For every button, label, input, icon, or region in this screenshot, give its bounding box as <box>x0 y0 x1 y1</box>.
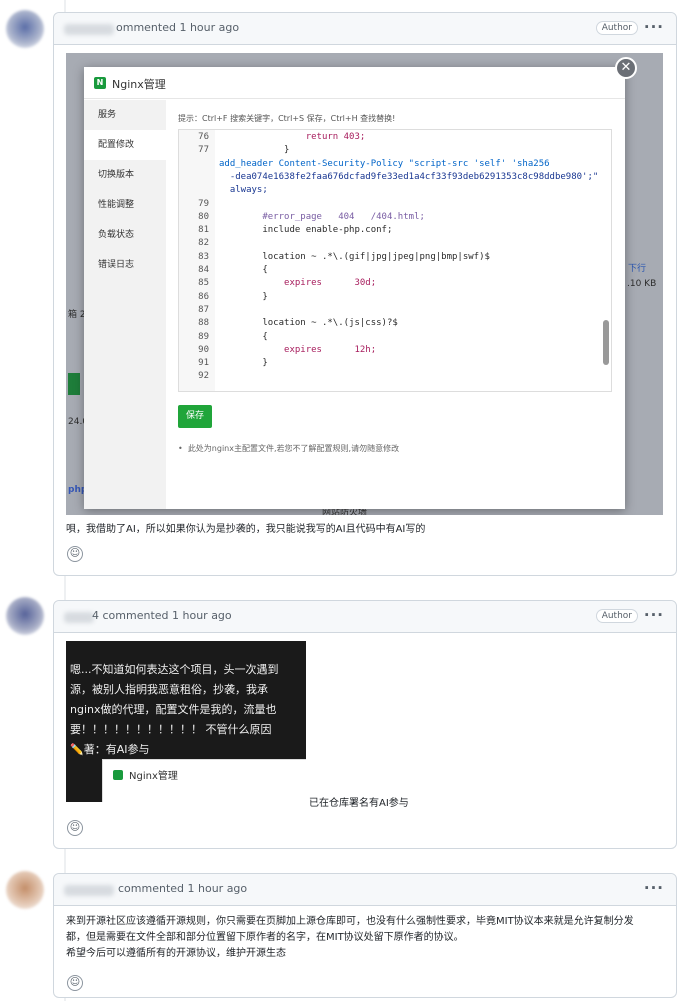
author-badge: Author <box>595 21 638 35</box>
author-name[interactable] <box>64 885 114 896</box>
comment-timestamp[interactable]: 4 commented 1 hour ago <box>92 609 232 622</box>
comment-timestamp[interactable]: commented 1 hour ago <box>118 882 247 895</box>
nginx-logo-icon <box>113 770 123 780</box>
more-options-icon[interactable]: ··· <box>644 879 664 897</box>
code-line[interactable]: } <box>219 292 267 302</box>
line-number: 91 <box>198 358 209 369</box>
comment-card: commented 1 hour ago ··· 来到开源社区应该遵循开源规则，… <box>53 873 677 998</box>
comment-card: 4 commented 1 hour ago Author ··· 嗯...不知… <box>53 600 677 849</box>
code-line[interactable]: #error_page 404 /404.html; <box>219 212 425 222</box>
code-line[interactable]: expires 12h; <box>219 345 376 355</box>
comment-caption: 已在仓库署名有AI参与 <box>309 798 409 809</box>
inner-modal-title: Nginx管理 <box>129 771 178 782</box>
add-reaction-icon[interactable]: ☺ <box>67 975 83 991</box>
line-number: 86 <box>198 291 209 302</box>
line-number: 83 <box>198 251 209 262</box>
comment-body-line: 希望今后可以遵循所有的开源协议，维护开源生态 <box>66 948 286 959</box>
modal-content: 提示：Ctrl+F 搜索关键字，Ctrl+S 保存，Ctrl+H 查找替换! 7… <box>166 100 625 509</box>
code-line[interactable]: location ~ .*\.(gif|jpg|jpeg|png|bmp|swf… <box>219 252 490 262</box>
config-note: • 此处为nginx主配置文件,若您不了解配置规则,请勿随意修改 <box>178 444 400 453</box>
inner-modal: Nginx管理 <box>102 759 306 802</box>
line-number: 90 <box>198 344 209 355</box>
comment-timestamp[interactable]: ommented 1 hour ago <box>116 21 239 34</box>
sidebar-item-service[interactable]: 服务 <box>84 100 166 130</box>
modal-sidebar: 服务 配置修改 切换版本 性能调整 负载状态 错误日志 <box>84 100 166 509</box>
sidebar-item-performance[interactable]: 性能调整 <box>84 190 166 220</box>
screenshot-text: 要！！！！！！！！！！！ 不管什么原因 <box>70 723 272 736</box>
line-number: 77 <box>198 145 209 156</box>
comment-card: ommented 1 hour ago Author ··· 箱 2 24.0 … <box>53 12 677 576</box>
code-line[interactable]: return 403; <box>219 132 366 142</box>
bg-text: 箱 2 <box>68 310 86 320</box>
avatar[interactable] <box>6 597 44 635</box>
line-number: 81 <box>198 225 209 236</box>
comment-header: commented 1 hour ago ··· <box>54 874 676 906</box>
author-badge: Author <box>595 609 638 623</box>
nginx-modal: ✕ N Nginx管理 服务 配置修改 切换版本 性能调整 负载状态 错误日志 … <box>84 57 637 509</box>
avatar[interactable] <box>6 871 44 909</box>
code-line[interactable]: -dea074e1638fe2faa676dcfad9fe33ed1a4cf33… <box>219 172 598 182</box>
code-line[interactable]: { <box>219 265 267 275</box>
code-line[interactable]: include enable-php.conf; <box>219 225 392 235</box>
line-number: 88 <box>198 318 209 329</box>
add-reaction-icon[interactable]: ☺ <box>67 546 83 562</box>
line-number: 89 <box>198 331 209 342</box>
line-number: 85 <box>198 278 209 289</box>
more-options-icon[interactable]: ··· <box>644 606 664 624</box>
screenshot-text: 嗯...不知道如何表达这个项目，头一次遇到 <box>70 663 279 676</box>
code-line[interactable]: expires 30d; <box>219 278 376 288</box>
screenshot-text: nginx做的代理，配置文件是我的，流量也 <box>70 703 277 716</box>
editor-scrollbar[interactable] <box>603 320 609 365</box>
code-line[interactable]: } <box>219 145 289 155</box>
screenshot-text: ✏️著：有AI参与 <box>70 743 150 756</box>
sidebar-item-version[interactable]: 切换版本 <box>84 160 166 190</box>
code-editor[interactable]: 76 return 403; 77 } add_header Content-Sec… <box>178 129 612 392</box>
nginx-logo-icon: N <box>94 77 106 89</box>
avatar[interactable] <box>6 10 44 48</box>
line-number: 84 <box>198 265 209 275</box>
save-button[interactable]: 保存 <box>178 405 212 428</box>
code-line[interactable]: always; <box>219 185 268 195</box>
line-number: 82 <box>198 238 209 249</box>
code-line[interactable]: } <box>219 358 267 368</box>
config-note-text: 此处为nginx主配置文件,若您不了解配置规则,请勿随意修改 <box>187 444 400 453</box>
screenshot-text: 源，被别人指明我恶意租俗，抄袭，我承 <box>70 683 268 696</box>
bg-text: 下行 <box>628 264 647 274</box>
comment-header: ommented 1 hour ago Author ··· <box>54 13 676 45</box>
line-number: 87 <box>198 304 209 315</box>
line-number: 92 <box>198 371 209 382</box>
author-name[interactable] <box>64 24 114 35</box>
code-line[interactable]: add_header Content-Security-Policy "scri… <box>219 159 550 169</box>
code-line[interactable]: { <box>219 332 267 342</box>
sidebar-item-load-status[interactable]: 负载状态 <box>84 220 166 250</box>
modal-title-bar: N Nginx管理 <box>84 67 625 99</box>
screenshot-image: 箱 2 24.0 php 下行 .10 KB 网站防火墙 ✕ N Nginx管理… <box>66 53 663 515</box>
line-number: 79 <box>198 198 209 209</box>
sidebar-item-error-log[interactable]: 错误日志 <box>84 250 166 280</box>
line-number: 80 <box>198 211 209 222</box>
sidebar-item-config[interactable]: 配置修改 <box>84 130 166 160</box>
add-reaction-icon[interactable]: ☺ <box>67 820 83 836</box>
screenshot-image: 嗯...不知道如何表达这个项目，头一次遇到 源，被别人指明我恶意租俗，抄袭，我承… <box>66 641 306 802</box>
comment-header: 4 commented 1 hour ago Author ··· <box>54 601 676 633</box>
comment-body-line: 来到开源社区应该遵循开源规则，你只需要在页脚加上源仓库即可，也没有什么强制性要求… <box>66 916 634 927</box>
code-line[interactable]: location ~ .*\.(js|css)?$ <box>219 318 397 328</box>
author-name[interactable] <box>64 612 94 623</box>
nginx-bg-icon <box>68 373 80 395</box>
editor-hint: 提示：Ctrl+F 搜索关键字，Ctrl+S 保存，Ctrl+H 查找替换! <box>178 114 396 123</box>
comment-body-line: 都，但是需要在文件全部和部分位置留下原作者的名字，在MIT协议处留下原作者的协议… <box>66 932 464 943</box>
bg-text: .10 KB <box>627 279 657 289</box>
comment-body: 唄，我借助了AI，所以如果你认为是抄袭的，我只能说我写的AI且代码中有AI写的 <box>66 524 426 535</box>
line-number: 76 <box>198 132 209 142</box>
more-options-icon[interactable]: ··· <box>644 18 664 36</box>
modal-title: Nginx管理 <box>112 78 166 91</box>
